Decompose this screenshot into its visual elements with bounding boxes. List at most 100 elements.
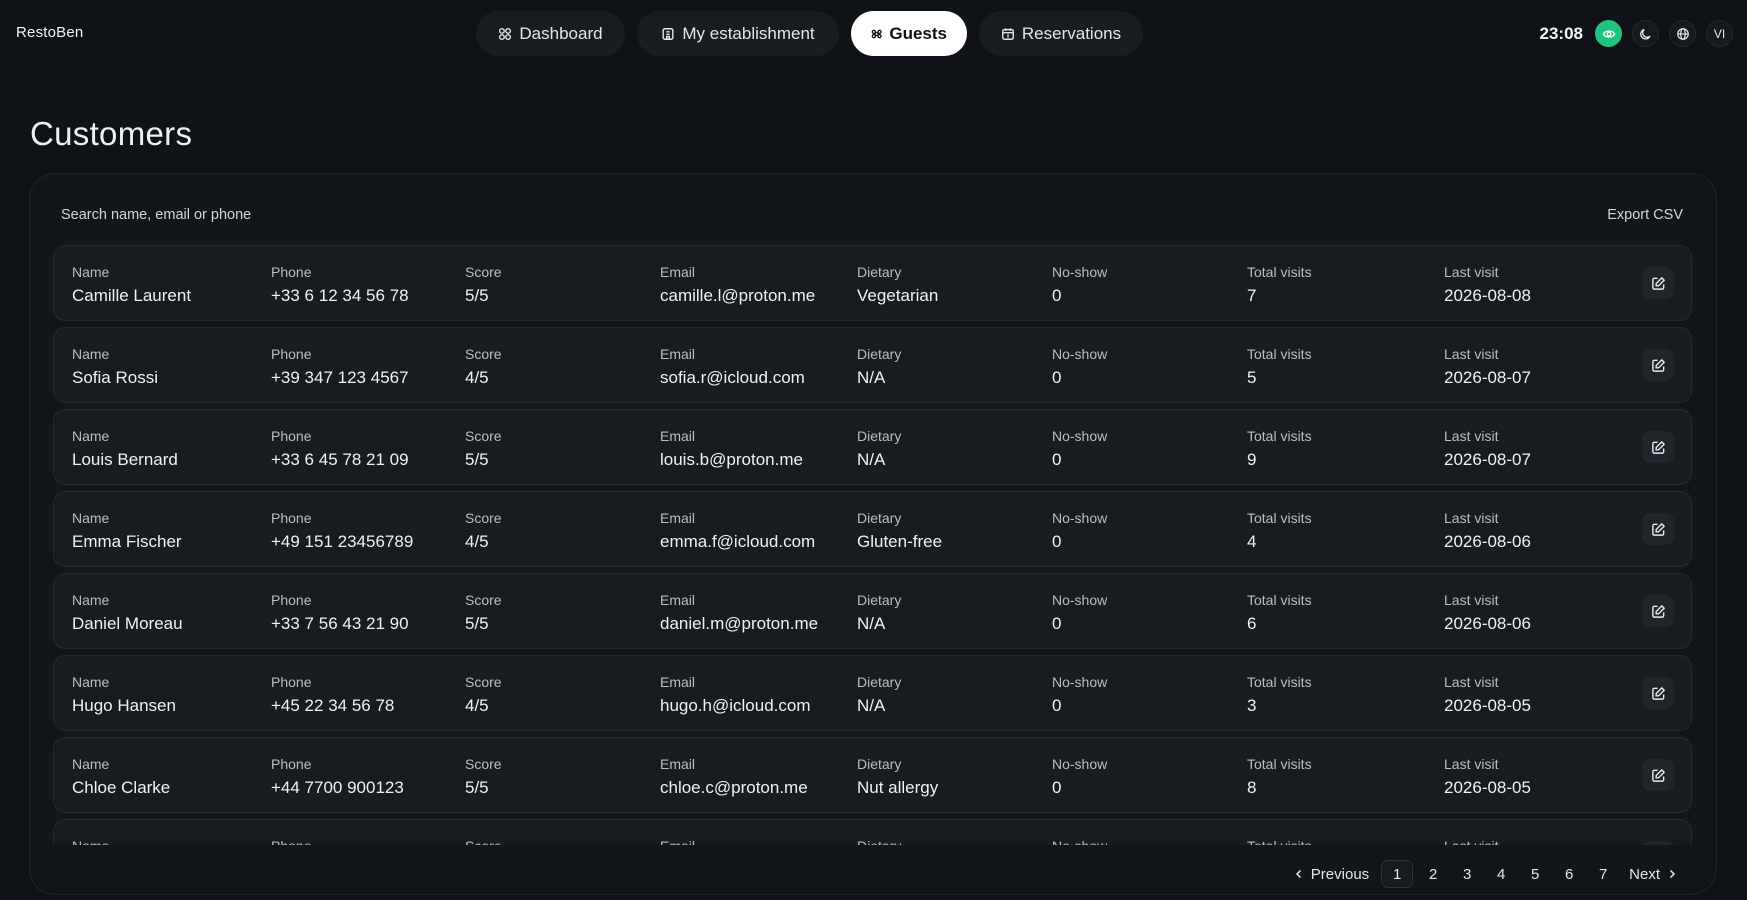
cell-name: Name Louis Bernard bbox=[72, 428, 178, 470]
column-label-dietary: Dietary bbox=[857, 510, 902, 526]
tab-my-establishment[interactable]: My establishment bbox=[637, 11, 839, 56]
column-label-score: Score bbox=[465, 428, 502, 444]
column-label-name: Name bbox=[72, 346, 110, 362]
value-dietary: N/A bbox=[857, 368, 886, 387]
cell-phone: Phone +33 6 45 78 21 09 bbox=[271, 428, 409, 470]
edit-button[interactable] bbox=[1642, 759, 1674, 791]
value-email: camille.l@proton.me bbox=[660, 286, 816, 305]
guests-icon bbox=[871, 29, 882, 38]
brand-logo[interactable]: RestoBen bbox=[16, 24, 83, 41]
column-label-email: Email bbox=[660, 838, 695, 845]
table-row[interactable]: Name Phone Score Email Dietary No-show Total v… bbox=[53, 819, 1692, 845]
column-label-score: Score bbox=[465, 756, 502, 772]
cell-last: Last visit 2026-08-05 bbox=[1444, 756, 1531, 798]
column-label-name: Name bbox=[72, 838, 109, 845]
value-score: 5/5 bbox=[465, 614, 489, 633]
column-label-email: Email bbox=[660, 428, 696, 444]
language-button[interactable] bbox=[1669, 20, 1696, 47]
page-1-button[interactable]: 1 bbox=[1381, 860, 1414, 888]
previous-page-button[interactable]: Previous bbox=[1288, 866, 1375, 883]
page-6-button[interactable]: 6 bbox=[1555, 860, 1583, 888]
column-label-visits: Total visits bbox=[1247, 592, 1312, 608]
edit-button[interactable] bbox=[1642, 595, 1674, 627]
moon-icon bbox=[1639, 28, 1651, 40]
column-label-score: Score bbox=[465, 510, 502, 526]
table-row[interactable]: Name Emma Fischer Phone +49 151 23456789 Sco… bbox=[53, 491, 1692, 567]
table-row[interactable]: Name Hugo Hansen Phone +45 22 34 56 78 Score… bbox=[53, 655, 1692, 731]
edit-button[interactable] bbox=[1642, 677, 1674, 709]
tab-reservations[interactable]: Reservations bbox=[979, 11, 1143, 56]
pagination: Previous 1234567 Next bbox=[1288, 860, 1683, 888]
export-csv-button[interactable]: Export CSV bbox=[1607, 207, 1683, 223]
customers-panel: Export CSV Name Camille Laurent Phone +33 6… bbox=[29, 173, 1717, 895]
column-label-name: Name bbox=[72, 264, 110, 280]
value-last: 2026-08-05 bbox=[1444, 696, 1531, 715]
search-input[interactable] bbox=[61, 207, 461, 223]
value-name: Daniel Moreau bbox=[72, 614, 183, 633]
tab-guests[interactable]: Guests bbox=[851, 11, 967, 56]
page-4-button[interactable]: 4 bbox=[1487, 860, 1515, 888]
cell-visits: Total visits 3 bbox=[1247, 674, 1312, 716]
cell-name: Name Daniel Moreau bbox=[72, 592, 183, 634]
column-label-name: Name bbox=[72, 428, 110, 444]
column-label-phone: Phone bbox=[271, 510, 312, 526]
value-name: Emma Fischer bbox=[72, 532, 182, 551]
column-label-score: Score bbox=[465, 592, 502, 608]
table-row[interactable]: Name Daniel Moreau Phone +33 7 56 43 21 90 S… bbox=[53, 573, 1692, 649]
column-label-name: Name bbox=[72, 510, 110, 526]
tab-dashboard[interactable]: Dashboard bbox=[476, 11, 625, 56]
value-name: Hugo Hansen bbox=[72, 696, 176, 715]
table-row[interactable]: Name Louis Bernard Phone +33 6 45 78 21 09 S… bbox=[53, 409, 1692, 485]
value-dietary: Gluten-free bbox=[857, 532, 943, 551]
page-numbers: 1234567 bbox=[1381, 860, 1617, 888]
cell-dietary: Dietary Gluten-free bbox=[857, 510, 942, 552]
column-label-phone: Phone bbox=[271, 592, 312, 608]
page-5-button[interactable]: 5 bbox=[1521, 860, 1549, 888]
edit-icon bbox=[1651, 440, 1665, 454]
column-label-email: Email bbox=[660, 346, 696, 362]
edit-button[interactable] bbox=[1642, 841, 1674, 845]
column-label-name: Name bbox=[72, 674, 110, 690]
avatar[interactable]: VI bbox=[1706, 20, 1733, 47]
edit-button[interactable] bbox=[1642, 349, 1674, 381]
table-row[interactable]: Name Chloe Clarke Phone +44 7700 900123 Scor… bbox=[53, 737, 1692, 813]
column-label-last: Last visit bbox=[1444, 592, 1499, 608]
value-phone: +45 22 34 56 78 bbox=[271, 696, 395, 715]
column-label-last: Last visit bbox=[1444, 428, 1499, 444]
edit-button[interactable] bbox=[1642, 513, 1674, 545]
column-label-noshow: No-show bbox=[1052, 346, 1108, 362]
cell-visits: Total visits bbox=[1247, 838, 1312, 845]
value-noshow: 0 bbox=[1052, 614, 1062, 633]
value-score: 5/5 bbox=[465, 778, 489, 797]
page-2-button[interactable]: 2 bbox=[1419, 860, 1447, 888]
cell-visits: Total visits 7 bbox=[1247, 264, 1312, 306]
column-label-dietary: Dietary bbox=[857, 346, 902, 362]
next-page-button[interactable]: Next bbox=[1623, 866, 1683, 883]
cell-noshow: No-show 0 bbox=[1052, 264, 1107, 306]
value-name: Sofia Rossi bbox=[72, 368, 158, 387]
page-3-button[interactable]: 3 bbox=[1453, 860, 1481, 888]
visibility-toggle[interactable] bbox=[1595, 20, 1622, 47]
column-label-noshow: No-show bbox=[1052, 592, 1108, 608]
column-label-visits: Total visits bbox=[1247, 838, 1312, 845]
value-dietary: N/A bbox=[857, 614, 886, 633]
table-row[interactable]: Name Camille Laurent Phone +33 6 12 34 56 7… bbox=[53, 245, 1692, 321]
cell-visits: Total visits 6 bbox=[1247, 592, 1312, 634]
page-7-button[interactable]: 7 bbox=[1589, 860, 1617, 888]
customer-list: Name Camille Laurent Phone +33 6 12 34 56 7… bbox=[53, 245, 1692, 845]
tab-my-establishment-label: My establishment bbox=[682, 23, 815, 43]
cell-dietary: Dietary Nut allergy bbox=[857, 756, 938, 798]
column-label-score: Score bbox=[465, 674, 502, 690]
table-row[interactable]: Name Sofia Rossi Phone +39 347 123 4567 Scor… bbox=[53, 327, 1692, 403]
column-label-dietary: Dietary bbox=[857, 756, 902, 772]
edit-button[interactable] bbox=[1642, 431, 1674, 463]
edit-button[interactable] bbox=[1642, 267, 1674, 299]
theme-toggle[interactable] bbox=[1632, 20, 1659, 47]
column-label-dietary: Dietary bbox=[857, 674, 902, 690]
cell-phone: Phone +45 22 34 56 78 bbox=[271, 674, 394, 716]
cell-last: Last visit 2026-08-07 bbox=[1444, 428, 1531, 470]
value-score: 4/5 bbox=[465, 532, 489, 551]
column-label-email: Email bbox=[660, 264, 696, 280]
cell-last: Last visit 2026-08-06 bbox=[1444, 510, 1531, 552]
column-label-noshow: No-show bbox=[1052, 510, 1108, 526]
